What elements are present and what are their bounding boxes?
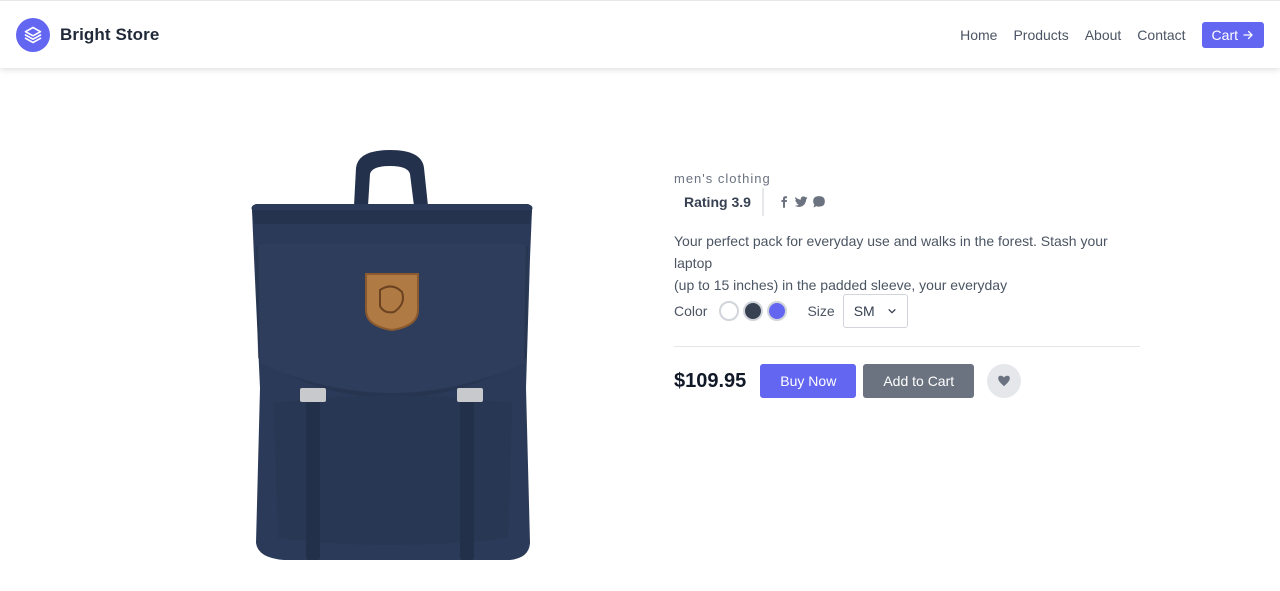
nav-contact[interactable]: Contact	[1137, 22, 1185, 48]
chevron-down-icon	[888, 309, 896, 314]
twitter-icon[interactable]	[793, 195, 809, 209]
message-icon[interactable]	[812, 195, 826, 209]
product-category: men's clothing	[674, 171, 771, 186]
description-line: (up to 15 inches) in the padded sleeve, …	[674, 277, 1008, 293]
buy-now-button[interactable]: Buy Now	[760, 364, 857, 398]
cart-button-label: Cart	[1211, 27, 1238, 43]
size-select-value: SM	[853, 303, 875, 319]
rating-row: Rating 3.9	[674, 188, 829, 216]
color-label: Color	[674, 303, 708, 319]
site-header: Bright Store Home Products About Contact…	[0, 0, 1280, 68]
cart-button[interactable]: Cart	[1201, 22, 1264, 48]
wishlist-button[interactable]	[987, 364, 1022, 398]
nav-products[interactable]: Products	[1013, 22, 1068, 48]
facebook-icon[interactable]	[778, 195, 790, 209]
product-price: $109.95	[674, 369, 747, 392]
color-swatch-dark[interactable]	[743, 301, 764, 321]
product-options: Color Size SM	[674, 294, 908, 328]
product-rating: Rating 3.9	[674, 188, 764, 216]
stack-logo-icon	[16, 18, 50, 52]
purchase-row: $109.95 Buy Now Add to Cart	[674, 364, 1022, 398]
color-swatch-white[interactable]	[719, 301, 740, 321]
heart-icon	[998, 375, 1010, 387]
divider	[674, 346, 1140, 347]
arrow-right-icon	[1243, 30, 1253, 40]
nav-about[interactable]: About	[1085, 22, 1122, 48]
size-label: Size	[807, 303, 835, 319]
add-to-cart-button[interactable]: Add to Cart	[863, 364, 975, 398]
size-select[interactable]: SM	[842, 294, 908, 328]
social-links	[764, 195, 829, 209]
product-image	[244, 148, 540, 564]
product-description: Your perfect pack for everyday use and w…	[674, 230, 1144, 296]
color-swatch-indigo[interactable]	[767, 301, 788, 321]
main-nav: Home Products About Contact Cart	[960, 22, 1264, 48]
brand-name: Bright Store	[60, 25, 160, 44]
nav-home[interactable]: Home	[960, 22, 997, 48]
brand-link[interactable]: Bright Store	[16, 18, 159, 52]
description-line: Your perfect pack for everyday use and w…	[674, 233, 1108, 271]
